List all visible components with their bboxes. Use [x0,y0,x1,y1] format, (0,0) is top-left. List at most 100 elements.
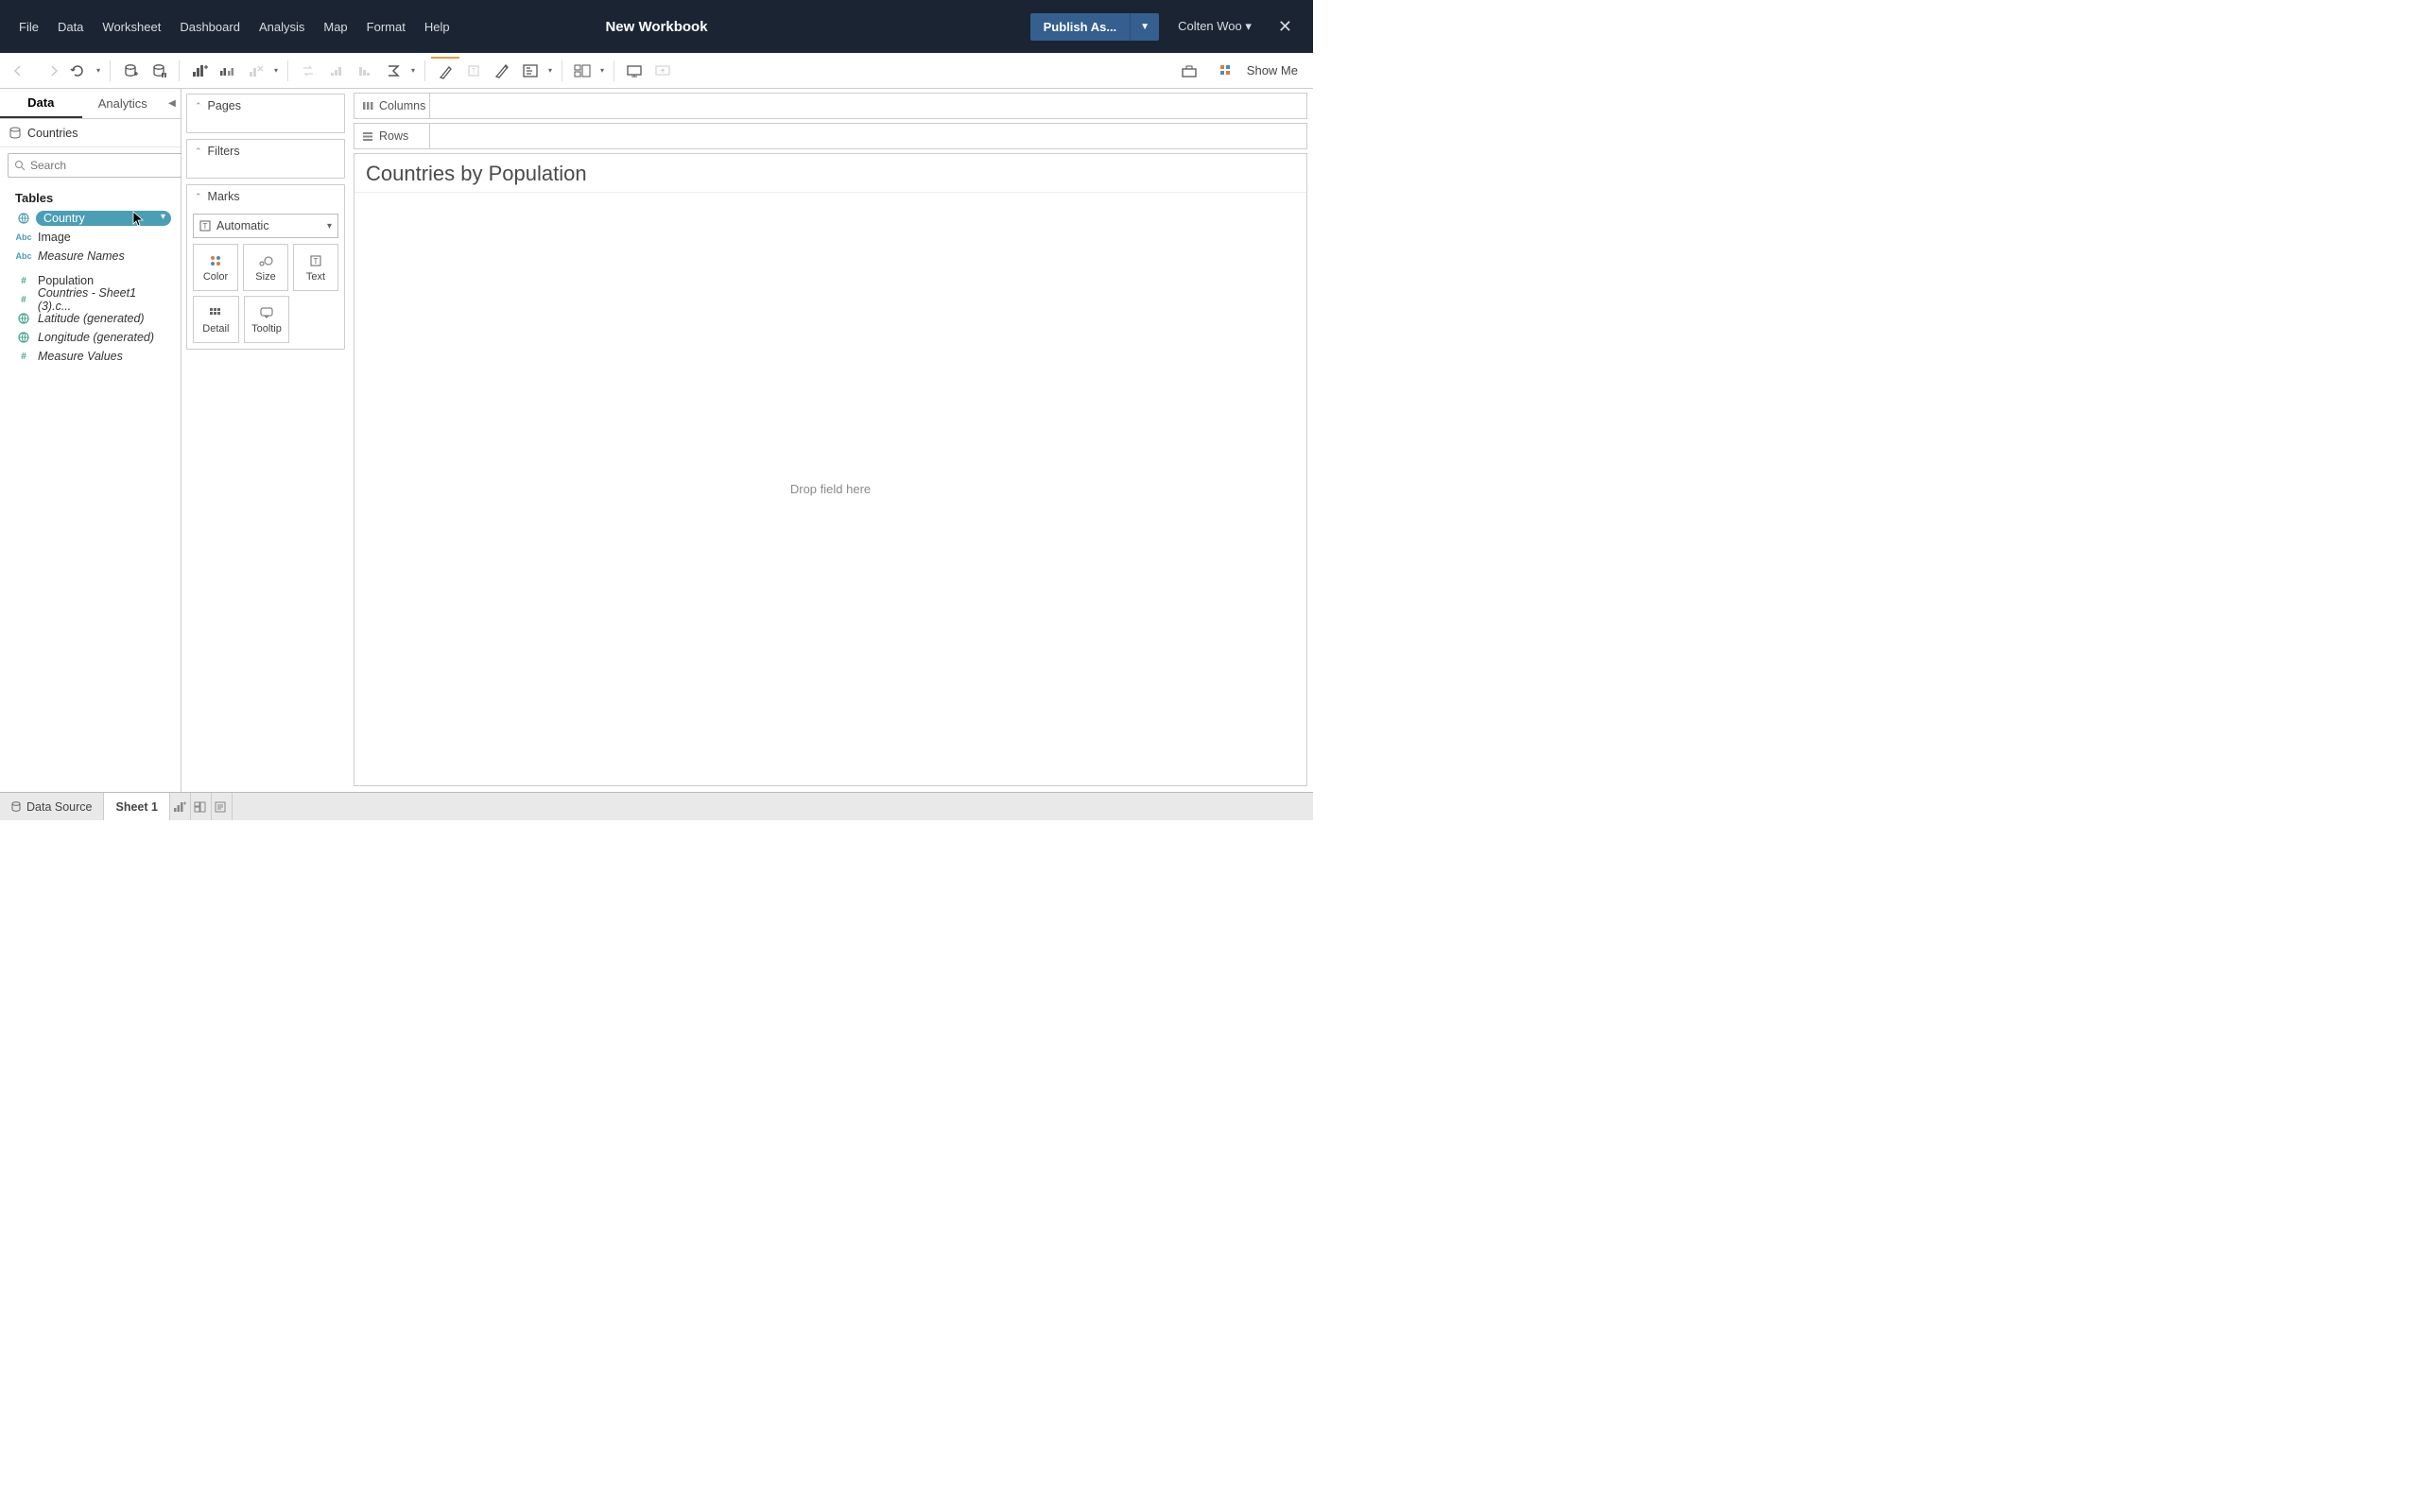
globe-icon [17,313,30,324]
clear-icon[interactable] [242,57,270,85]
marks-type-select[interactable]: T Automatic [193,214,338,238]
close-icon[interactable]: ✕ [1270,13,1300,41]
share-icon[interactable] [648,57,677,85]
showme-group: Show Me [1175,57,1305,85]
viz-area: Countries by Population Drop field here [354,153,1307,786]
data-guide-icon[interactable] [1175,57,1203,85]
automatic-icon: T [199,220,211,232]
workbook-title: New Workbook [605,19,707,35]
new-datasource-icon[interactable] [116,57,145,85]
revert-icon[interactable] [64,57,93,85]
datasource-icon [9,127,21,140]
field-label: Measure Values [38,350,123,363]
canvas-column: Columns Rows Countries by Population Dro… [350,89,1313,792]
redo-icon[interactable] [36,57,64,85]
svg-text:T: T [472,67,476,76]
field-label: Measure Names [38,249,125,263]
columns-dropzone[interactable] [430,94,1306,118]
field-measure-names[interactable]: Abc Measure Names [0,247,181,266]
menu-analysis[interactable]: Analysis [250,14,314,40]
marks-tooltip-label: Tooltip [251,323,282,335]
globe-icon [17,213,30,224]
revert-dropdown[interactable]: ▾ [93,66,104,75]
menu-format[interactable]: Format [357,14,415,40]
rows-shelf[interactable]: Rows [354,123,1307,149]
totals-dropdown[interactable]: ▾ [407,66,419,75]
new-worksheet-icon[interactable] [185,57,214,85]
presentation-icon[interactable] [620,57,648,85]
fit-icon[interactable] [516,57,544,85]
chevron-up-icon: ⌃ [195,146,202,157]
columns-shelf[interactable]: Columns [354,93,1307,119]
tab-datasource[interactable]: Data Source [0,793,104,820]
filters-card[interactable]: ⌃Filters [186,139,345,179]
undo-icon[interactable] [8,57,36,85]
sort-asc-icon[interactable] [322,57,351,85]
new-worksheet-tab-icon[interactable] [170,793,191,820]
abc-icon: Abc [17,232,30,242]
viz-dropzone[interactable]: Drop field here [354,192,1306,785]
size-icon [258,253,273,268]
field-list: Country Abc Image Abc Measure Names # Po… [0,209,181,366]
publish-button[interactable]: Publish As... [1030,13,1131,41]
field-latitude[interactable]: Latitude (generated) [0,309,181,328]
pages-card[interactable]: ⌃Pages [186,94,345,133]
tooltip-icon [260,305,273,320]
marks-text[interactable]: T Text [293,244,338,291]
menu-help[interactable]: Help [415,14,459,40]
marks-detail[interactable]: Detail [193,296,239,343]
marks-size[interactable]: Size [243,244,288,291]
menu-map[interactable]: Map [314,14,356,40]
highlight-icon[interactable] [431,57,459,85]
field-country[interactable]: Country [0,209,181,228]
color-icon [209,253,222,268]
field-label: Longitude (generated) [38,331,154,344]
show-cards-icon[interactable] [568,57,596,85]
pause-updates-icon[interactable] [145,57,173,85]
field-countries-count[interactable]: # Countries - Sheet1 (3).c... [0,290,181,309]
search-box[interactable] [8,153,183,178]
separator [424,60,425,81]
fit-dropdown[interactable]: ▾ [544,66,556,75]
datasource-row[interactable]: Countries [0,119,181,147]
pages-label: Pages [208,99,241,112]
marks-tooltip[interactable]: Tooltip [244,296,290,343]
menu-file[interactable]: File [9,14,48,40]
collapse-sidebar-icon[interactable]: ◀ [164,89,181,118]
clear-dropdown[interactable]: ▾ [270,66,282,75]
field-longitude[interactable]: Longitude (generated) [0,328,181,347]
showme-icon[interactable] [1211,57,1239,85]
sidebar-tabs: Data Analytics ◀ [0,89,181,119]
cards-column: ⌃Pages ⌃Filters ⌃Marks T Automatic Color [182,89,350,792]
labels-icon[interactable]: T [459,57,488,85]
menu-data[interactable]: Data [48,14,93,40]
rows-icon [362,131,373,141]
new-story-tab-icon[interactable] [212,793,233,820]
field-label: Latitude (generated) [38,312,145,325]
new-dashboard-tab-icon[interactable] [191,793,212,820]
tab-analytics[interactable]: Analytics [82,89,164,118]
tab-data[interactable]: Data [0,89,82,118]
totals-icon[interactable] [379,57,407,85]
tab-sheet1[interactable]: Sheet 1 [104,792,169,820]
toolbar: ▾ ▾ ▾ T ▾ ▾ Show Me [0,53,1313,89]
hash-icon: # [17,352,30,362]
field-image[interactable]: Abc Image [0,228,181,247]
sort-desc-icon[interactable] [351,57,379,85]
menu-dashboard[interactable]: Dashboard [170,14,250,40]
rows-dropzone[interactable] [430,124,1306,148]
search-input[interactable] [30,159,177,172]
marks-color[interactable]: Color [193,244,238,291]
publish-dropdown[interactable]: ▼ [1130,13,1159,41]
show-cards-dropdown[interactable]: ▾ [596,66,608,75]
sheet-title[interactable]: Countries by Population [354,154,1306,190]
user-menu[interactable]: Colten Woo ▾ [1168,13,1261,40]
hash-icon: # [17,276,30,286]
field-measure-values[interactable]: # Measure Values [0,347,181,366]
duplicate-icon[interactable] [214,57,242,85]
swap-icon[interactable] [294,57,322,85]
titlebar-right: Publish As... ▼ Colten Woo ▾ ✕ [1030,13,1313,41]
menu-worksheet[interactable]: Worksheet [93,14,170,40]
format-icon[interactable] [488,57,516,85]
showme-button[interactable]: Show Me [1247,63,1298,77]
